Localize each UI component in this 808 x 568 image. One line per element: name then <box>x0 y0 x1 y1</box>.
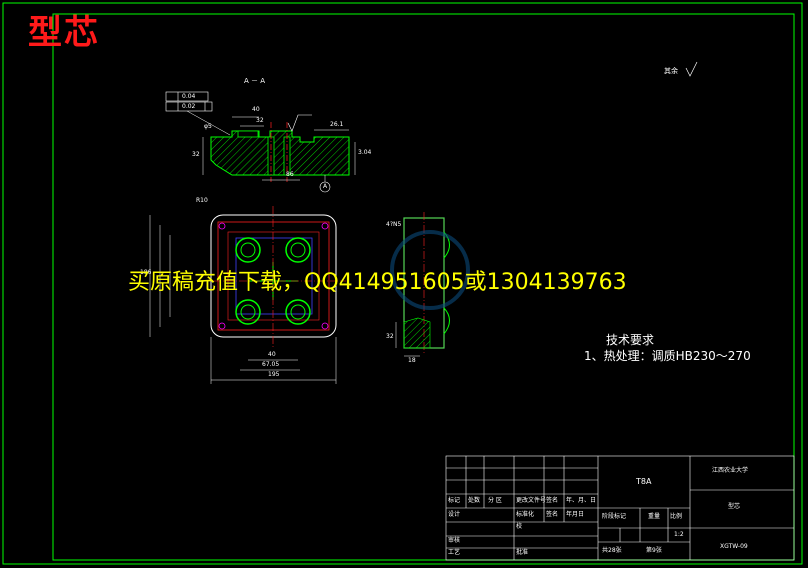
cavity-2 <box>285 237 311 263</box>
tb-sign: 签名 <box>546 497 559 504</box>
watermark-text: 买原稿充值下载，QQ414951605或1304139763 <box>128 270 627 295</box>
tb-date: 年、月、日 <box>566 497 597 504</box>
dim-32-side: 32 <box>192 151 200 158</box>
dim-40-top: 40 <box>252 106 260 113</box>
dim-86: 86 <box>286 171 294 178</box>
plan-view <box>149 206 346 384</box>
tech-requirements-heading: 技术要求 <box>606 333 655 347</box>
cavity-4 <box>285 299 311 325</box>
tb-zone: 分 区 <box>488 497 502 504</box>
tb-weight: 重量 <box>648 513 661 520</box>
tb-sheet-no: 第9张 <box>646 547 662 554</box>
cavity-3 <box>235 299 261 325</box>
tb-scale: 1:2 <box>674 531 684 538</box>
tb-sign2: 签名 <box>546 511 559 518</box>
tb-part-name: 型芯 <box>728 503 741 510</box>
dim-phi5: φ5 <box>204 123 212 130</box>
dim-4: 4?N5 <box>386 221 402 228</box>
tb-sheets-total: 共28张 <box>602 547 622 554</box>
tb-count: 处数 <box>468 497 481 504</box>
section-body <box>210 130 350 176</box>
dim-195: 195 <box>268 371 280 378</box>
dim-40-bottom: 40 <box>268 351 276 358</box>
tb-material: T8A <box>636 477 652 486</box>
dim-18: 18 <box>408 357 416 364</box>
roughness-note: 其余 <box>664 67 678 75</box>
tb-drawing-no: XGTW-09 <box>720 543 748 550</box>
tb-approve: 批准 <box>516 549 529 556</box>
section-label: A － A <box>244 77 266 85</box>
dim-r10: R10 <box>196 197 208 204</box>
tb-stage-mark: 阶段标记 <box>602 513 627 520</box>
tb-change-doc: 更改文件号 <box>516 497 547 504</box>
cavity-1 <box>235 237 261 263</box>
datum-a: A <box>323 183 328 190</box>
tb-university: 江西农业大学 <box>712 467 749 474</box>
tech-requirement-1: 1、热处理：调质HB230～270 <box>584 349 751 363</box>
dim-3-04: 3.04 <box>358 149 372 156</box>
dim-32-right: 32 <box>386 333 394 340</box>
tb-check: 校 <box>516 523 523 530</box>
tb-ratio: 比例 <box>670 513 683 520</box>
tb-design: 设计 <box>448 511 461 518</box>
drawing-title: 型芯 <box>28 13 100 53</box>
tb-mark: 标记 <box>448 497 461 504</box>
tol-1: 0.04 <box>182 93 196 100</box>
dim-32: 32 <box>256 117 264 124</box>
tb-process: 工艺 <box>448 549 461 556</box>
tb-standard: 标准化 <box>516 511 535 518</box>
tb-review: 审核 <box>448 537 461 544</box>
tb-date2: 年月日 <box>566 511 585 518</box>
dim-67: 67.05 <box>262 361 280 368</box>
dim-26: 26.1 <box>330 121 344 128</box>
tol-2: 0.02 <box>182 103 196 110</box>
